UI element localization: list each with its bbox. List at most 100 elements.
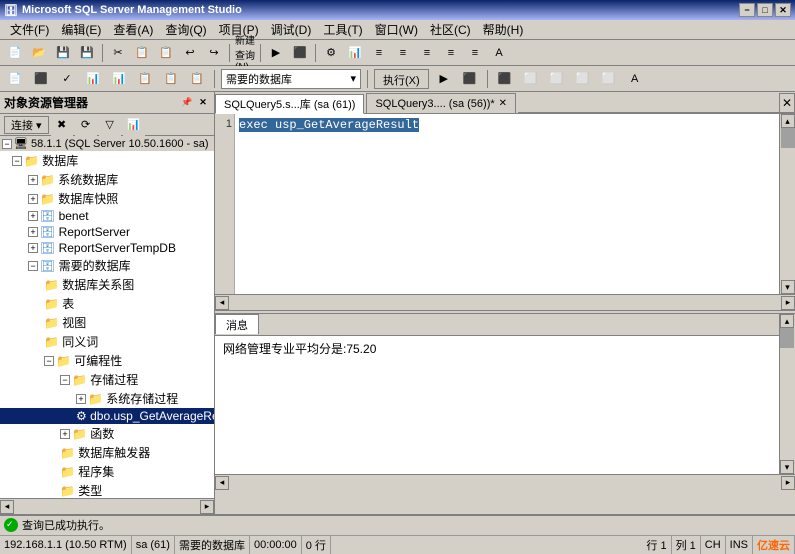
sysdb-expand[interactable]: + [28,175,38,185]
btn-e[interactable]: ≡ [416,42,438,64]
tb2-btn6[interactable]: 📋 [134,68,156,90]
copy-button[interactable]: 📋 [131,42,153,64]
oe-diagrams[interactable]: 📁 数据库关系图 [0,275,214,294]
hscroll-right[interactable]: ▸ [781,296,795,310]
tb2-btn1[interactable]: 📄 [4,68,26,90]
redo-button[interactable]: ↪ [203,42,225,64]
oe-benet[interactable]: + 🗄 benet [0,208,214,224]
open-button[interactable]: 📂 [28,42,50,64]
execute-button[interactable]: 执行(X) [374,69,429,89]
rhscroll-track[interactable] [229,476,781,490]
results-hscrollbar[interactable]: ◂ ▸ [215,474,795,490]
stop-button[interactable]: ⬛ [289,42,311,64]
rvscroll-up[interactable]: ▴ [780,314,794,328]
undo-button[interactable]: ↩ [179,42,201,64]
server-expand[interactable]: − [2,139,12,149]
oe-hscroll-right[interactable]: ▸ [200,500,214,514]
restore-button[interactable]: □ [757,3,773,17]
btn-a[interactable]: ⚙ [320,42,342,64]
oe-system-procs[interactable]: + 📁 系统存储过程 [0,389,214,408]
oe-reportservertempdb[interactable]: + 🗄 ReportServerTempDB [0,240,214,256]
menu-view[interactable]: 查看(A) [107,19,159,40]
extra-btn3[interactable]: ⬜ [546,68,568,90]
save-all-button[interactable]: 💾 [76,42,98,64]
prog-expand[interactable]: − [44,356,54,366]
fn-expand[interactable]: + [60,429,70,439]
oe-summary-button[interactable]: 📊 [123,114,145,136]
extra-btn2[interactable]: ⬜ [520,68,542,90]
tab3-close[interactable]: ✕ [499,98,507,109]
oe-hscrollbar[interactable]: ◂ ▸ [0,498,214,514]
rs-expand[interactable]: + [28,227,38,237]
oe-refresh-button[interactable]: ⟳ [75,114,97,136]
new-query-button[interactable]: 📄 [4,42,26,64]
btn-b[interactable]: 📊 [344,42,366,64]
rvscroll-thumb[interactable] [780,328,794,348]
menu-debug[interactable]: 调试(D) [265,19,318,40]
query-editor[interactable]: exec usp_GetAverageResult [235,114,779,294]
extra-btn6[interactable]: A [624,68,646,90]
results-messages-tab[interactable]: 消息 [215,314,259,334]
oe-types[interactable]: 📁 类型 [0,481,214,498]
cut-button[interactable]: ✂ [107,42,129,64]
tab-query5[interactable]: SQLQuery5.s...库 (sa (61)) [215,94,364,114]
oe-disconnect-button[interactable]: ✖ [51,114,73,136]
btn-c[interactable]: ≡ [368,42,390,64]
oe-programmability[interactable]: − 📁 可编程性 [0,351,214,370]
extra-btn4[interactable]: ⬜ [572,68,594,90]
oe-tables[interactable]: 📁 表 [0,294,214,313]
results-vscrollbar[interactable]: ▴ ▾ [779,314,795,474]
oe-close-button[interactable]: ✕ [196,96,210,110]
oe-synonyms[interactable]: 📁 同义词 [0,332,214,351]
btn-d[interactable]: ≡ [392,42,414,64]
oe-views[interactable]: 📁 视图 [0,313,214,332]
tb2-btn7[interactable]: 📋 [160,68,182,90]
vscroll-thumb[interactable] [781,128,795,148]
oe-usp-node[interactable]: ⚙ dbo.usp_GetAverageResult [0,408,214,424]
editor-hscrollbar[interactable]: ◂ ▸ [215,294,795,310]
rhscroll-left[interactable]: ◂ [215,476,229,490]
database-selector[interactable]: 需要的数据库 ▾ [221,69,361,89]
oe-server-node[interactable]: − 🖥 58.1.1 (SQL Server 10.50.1600 - sa) [0,136,214,151]
oe-filter-button[interactable]: ▽ [99,114,121,136]
oe-system-dbs[interactable]: + 📁 系统数据库 [0,170,214,189]
tb2-btn8[interactable]: 📋 [186,68,208,90]
btn-g[interactable]: ≡ [464,42,486,64]
menu-file[interactable]: 文件(F) [4,19,55,40]
vscroll-down[interactable]: ▾ [781,280,795,294]
rvscroll-track[interactable] [780,328,794,460]
debug-button[interactable]: ▶ [265,42,287,64]
hscroll-left[interactable]: ◂ [215,296,229,310]
cancel-button[interactable]: ⬛ [459,68,481,90]
oe-assemblies[interactable]: 📁 程序集 [0,462,214,481]
sysp-expand[interactable]: + [76,394,86,404]
menu-query[interactable]: 查询(Q) [159,19,212,40]
oe-reportserver[interactable]: + 🗄 ReportServer [0,224,214,240]
btn-h[interactable]: A [488,42,510,64]
tb2-btn4[interactable]: 📊 [82,68,104,90]
menu-window[interactable]: 窗口(W) [369,19,424,40]
hscroll-track[interactable] [229,296,781,310]
oe-snapshots[interactable]: + 📁 数据库快照 [0,189,214,208]
oe-target-db[interactable]: − 🗄 需要的数据库 [0,256,214,275]
tb2-btn3[interactable]: ✓ [56,68,78,90]
minimize-button[interactable]: − [739,3,755,17]
tb2-btn5[interactable]: 📊 [108,68,130,90]
menu-help[interactable]: 帮助(H) [477,19,530,40]
benet-expand[interactable]: + [28,211,38,221]
oe-stored-procs[interactable]: − 📁 存储过程 [0,370,214,389]
vscroll-up[interactable]: ▴ [781,114,795,128]
paste-button[interactable]: 📋 [155,42,177,64]
tab-close-panel[interactable]: ✕ [779,93,795,113]
tb2-btn2[interactable]: ⬛ [30,68,52,90]
targetdb-expand[interactable]: − [28,261,38,271]
db-expand[interactable]: − [12,156,22,166]
tab-query3[interactable]: SQLQuery3.... (sa (56))* ✕ [366,93,516,113]
editor-vscrollbar[interactable]: ▴ ▾ [779,114,795,294]
title-bar-buttons[interactable]: − □ ✕ [739,3,791,17]
rhscroll-right[interactable]: ▸ [781,476,795,490]
save-button[interactable]: 💾 [52,42,74,64]
rvscroll-down[interactable]: ▾ [780,460,794,474]
parse-button[interactable]: ▶ [433,68,455,90]
sp-expand[interactable]: − [60,375,70,385]
